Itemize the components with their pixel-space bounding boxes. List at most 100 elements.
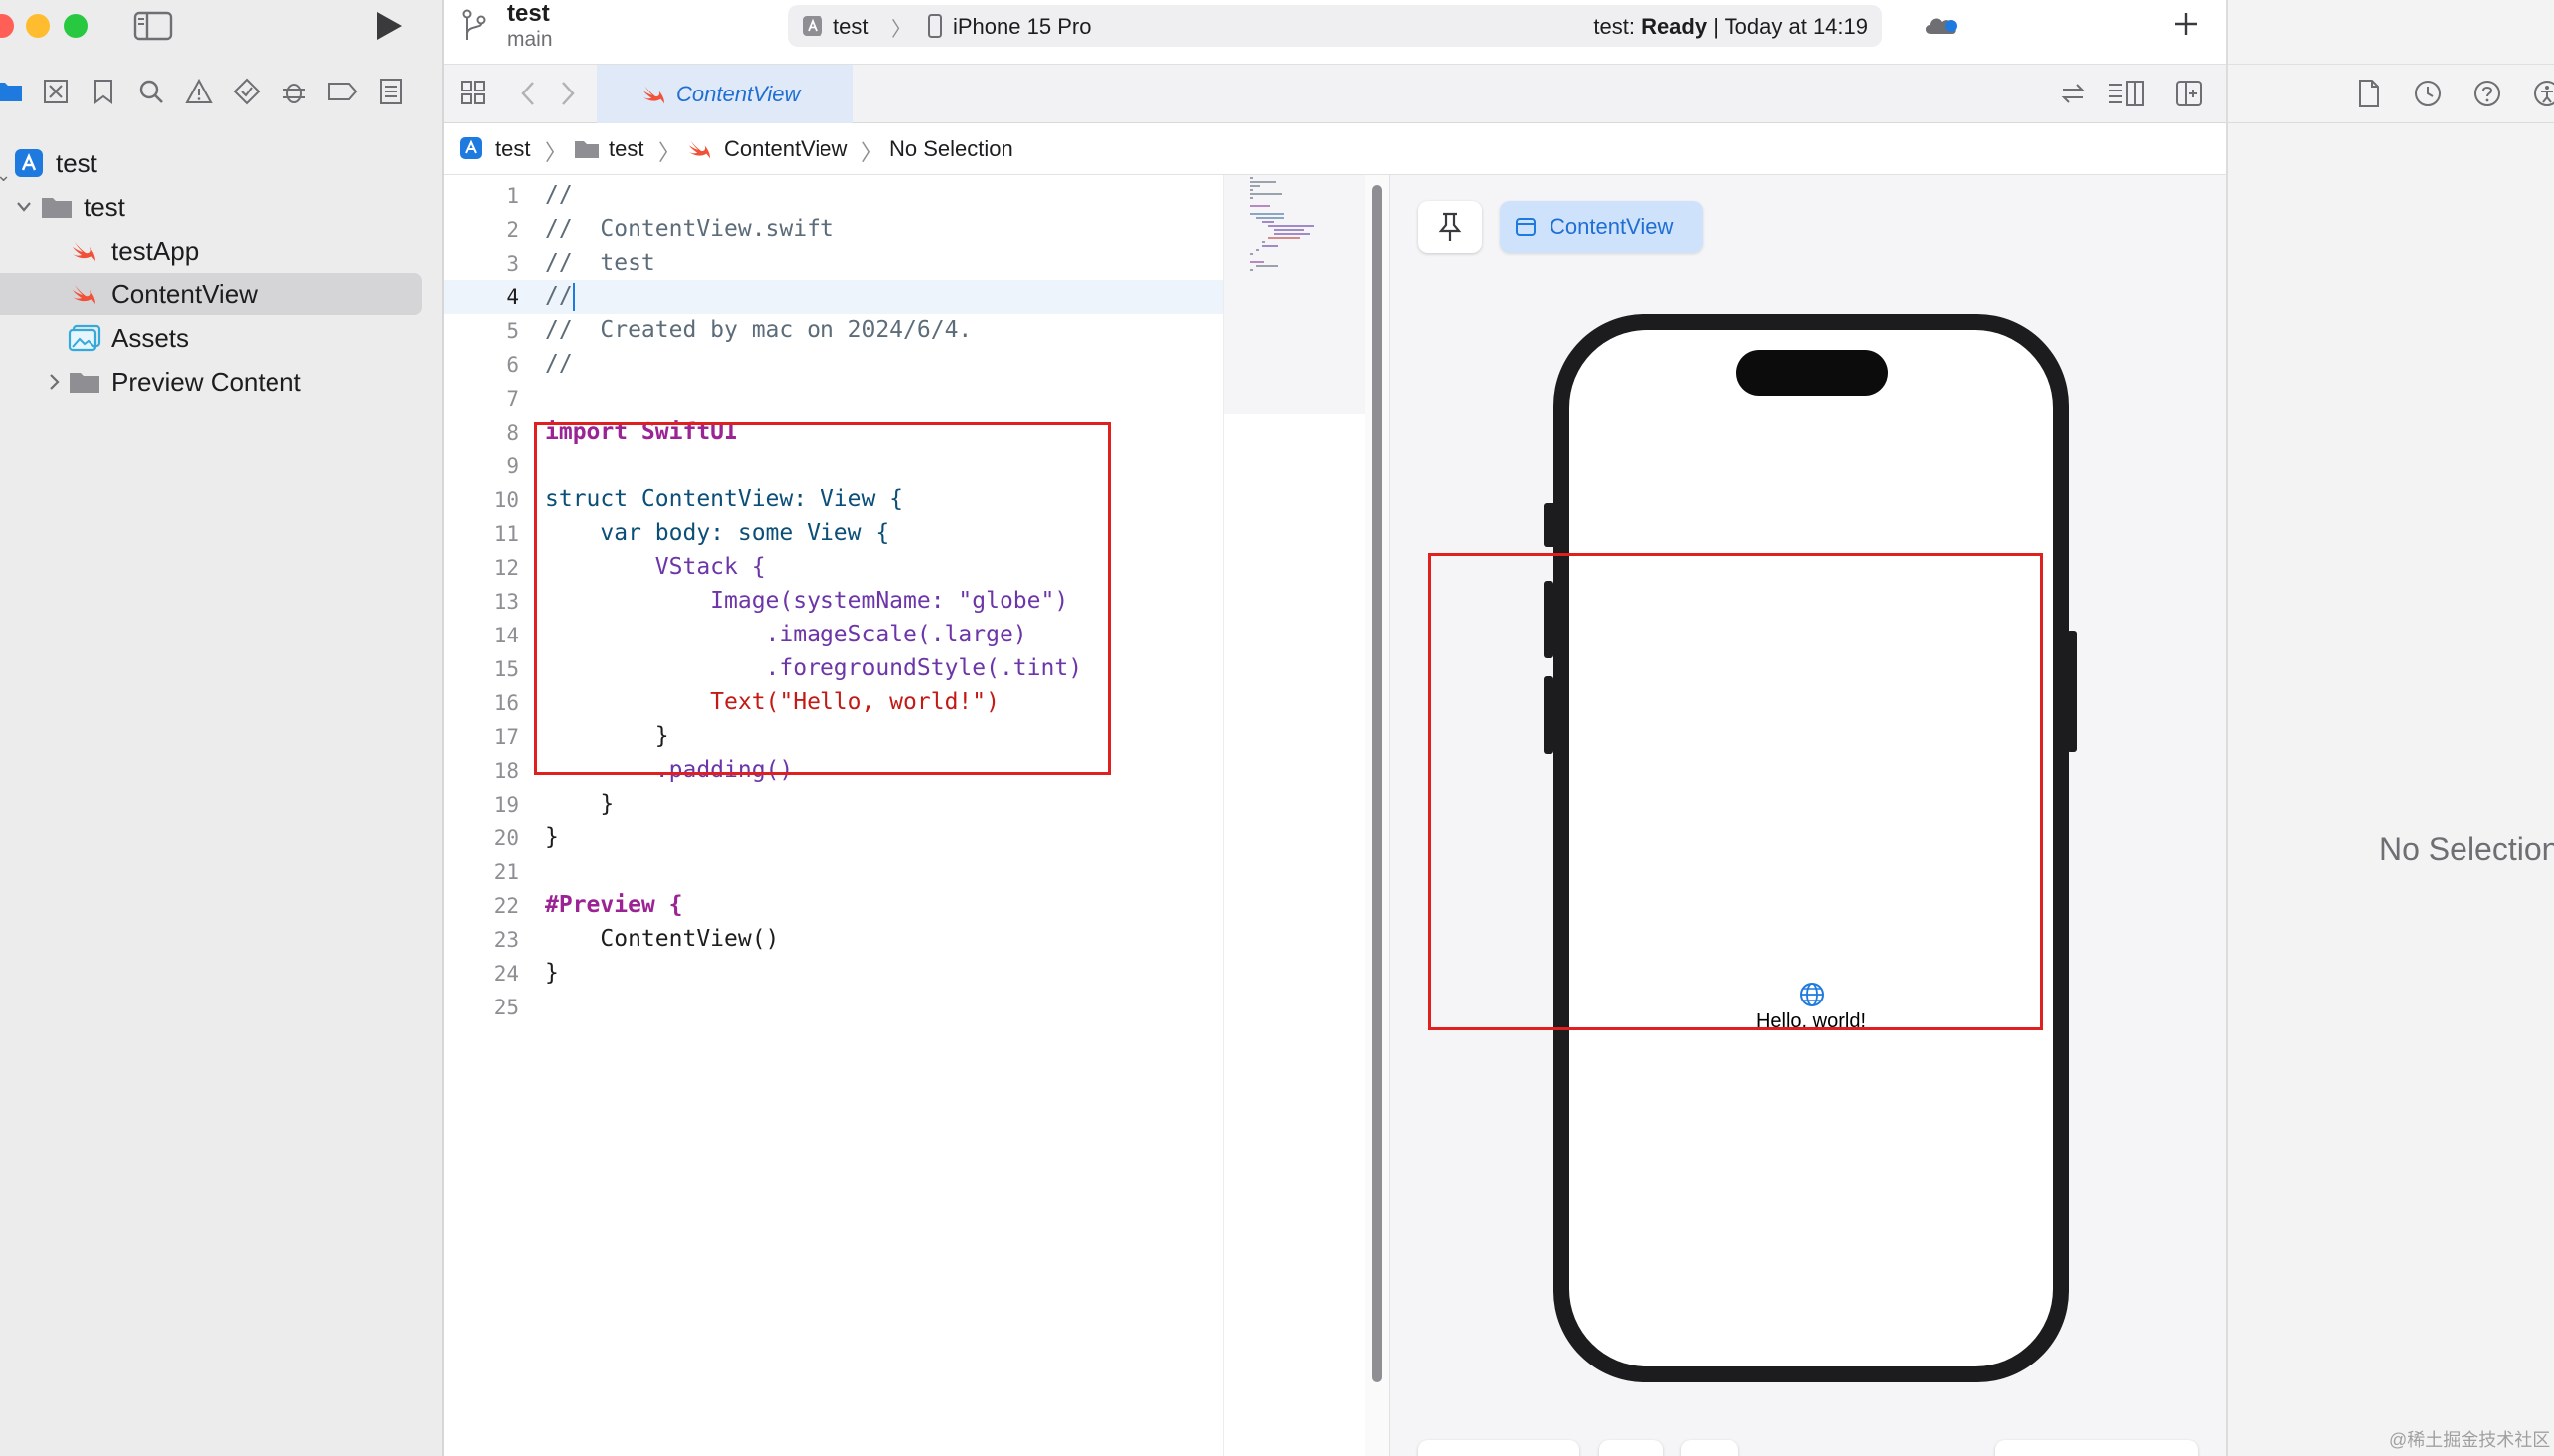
scrollbar-thumb[interactable] [1372, 185, 1382, 1382]
line-number: 16 [493, 691, 519, 715]
preview-settings-button[interactable] [1681, 1440, 1738, 1456]
pin-button[interactable] [1418, 201, 1482, 253]
accessibility-icon[interactable] [2532, 79, 2554, 108]
preview-variant-button[interactable] [1418, 1440, 1579, 1456]
report-icon[interactable] [378, 78, 404, 105]
code-line: ContentView() [545, 926, 780, 952]
close-window-button[interactable] [0, 14, 14, 38]
chevron-right-icon: 〉 [545, 140, 568, 165]
tree-item-assets[interactable]: Assets [0, 317, 444, 359]
zoom-controls[interactable] [1995, 1440, 2198, 1456]
grid-icon[interactable] [459, 79, 487, 106]
watermark: @稀土掘金技术社区 [2389, 1430, 2551, 1450]
line-number: 5 [506, 319, 519, 343]
swift-icon [70, 238, 97, 264]
swift-icon [70, 281, 97, 307]
search-icon[interactable] [137, 78, 165, 105]
tab-bar: ContentView [444, 64, 2226, 124]
swift-icon [640, 83, 666, 106]
tree-item-preview-content[interactable]: Preview Content [0, 361, 444, 403]
tab-contentview[interactable]: ContentView [597, 65, 853, 124]
breadcrumb-item[interactable]: No Selection [889, 136, 1013, 162]
line-number: 25 [493, 996, 519, 1019]
folder-icon [68, 369, 101, 395]
assets-icon [68, 324, 101, 352]
source-editor[interactable]: 1 2 3 4 5 6 7 8 9 10 11 12 13 14 15 16 1… [444, 175, 1223, 1456]
forward-icon[interactable] [557, 79, 577, 108]
line-number: 10 [493, 488, 519, 512]
chevron-right-icon: 〉 [861, 140, 884, 165]
line-number: 20 [493, 826, 519, 850]
sidebar-toggle-icon[interactable] [133, 10, 173, 42]
tree-item-label: testApp [111, 236, 200, 266]
line-number: 9 [506, 455, 519, 478]
tree-item-label: Assets [111, 323, 190, 353]
editor-options-icon[interactable] [2106, 79, 2146, 108]
minimap[interactable] [1223, 175, 1366, 1456]
debug-icon[interactable] [280, 78, 308, 105]
project-title: test [507, 0, 550, 27]
scheme-selector[interactable]: test [833, 14, 868, 40]
preview-canvas[interactable]: ContentView Hello, world! [1365, 175, 2226, 1456]
chevron-right-icon[interactable] [44, 361, 64, 403]
folder-icon[interactable] [0, 78, 24, 103]
line-number: 8 [506, 421, 519, 445]
zoom-window-button[interactable] [64, 14, 88, 38]
line-number: 22 [493, 894, 519, 918]
branch-icon[interactable] [459, 8, 489, 44]
activity-view: test 〉 iPhone 15 Pro test: Ready | Today… [788, 5, 1882, 47]
tree-item-label: test [56, 148, 97, 178]
line-number: 18 [493, 759, 519, 783]
preview-device-button[interactable] [1599, 1440, 1663, 1456]
line-number: 24 [493, 962, 519, 986]
tree-item-testapp[interactable]: testApp [0, 230, 444, 272]
status-prefix: test: [1593, 14, 1635, 39]
line-number: 6 [506, 353, 519, 377]
line-number: 11 [493, 522, 519, 546]
swap-icon[interactable] [2059, 81, 2087, 106]
line-number: 14 [493, 624, 519, 647]
navigator-sidebar: ⌄ test test testApp ContentView Assets P… [0, 0, 444, 1456]
tree-item-label: ContentView [111, 279, 258, 309]
plus-icon[interactable] [2172, 10, 2200, 38]
preview-chip-contentview[interactable]: ContentView [1500, 201, 1703, 253]
breadcrumb-item[interactable]: ContentView [724, 136, 847, 162]
breakpoint-icon[interactable] [326, 80, 358, 103]
toolbar: test main test 〉 iPhone 15 Pro test: Rea… [444, 0, 2226, 64]
clock-icon[interactable] [2413, 79, 2443, 108]
chevron-right-icon: 〉 [658, 140, 681, 165]
tree-item-project[interactable]: ⌄ test [0, 142, 444, 185]
folder-icon [573, 138, 601, 160]
back-icon[interactable] [519, 79, 539, 108]
source-control-icon[interactable] [42, 78, 70, 105]
run-icon[interactable] [372, 8, 406, 44]
xcode-project-icon [459, 136, 483, 160]
breadcrumb-item[interactable]: test [609, 136, 643, 162]
gutter-and-code: 1 2 3 4 5 6 7 8 9 10 11 12 13 14 15 16 1… [444, 175, 1223, 1456]
minimize-window-button[interactable] [26, 14, 50, 38]
code-line: #Preview { [545, 892, 683, 918]
bookmark-icon[interactable] [91, 78, 115, 105]
help-icon[interactable] [2472, 79, 2502, 108]
file-icon[interactable] [2357, 79, 2381, 108]
dynamic-island [1736, 350, 1888, 396]
code-line: // Created by mac on 2024/6/4. [545, 317, 973, 343]
code-line: } [545, 791, 615, 817]
line-number: 3 [506, 252, 519, 275]
preview-highlight-box [1428, 553, 2043, 1030]
warning-icon[interactable] [185, 78, 213, 105]
destination-selector[interactable]: iPhone 15 Pro [953, 14, 1091, 40]
breadcrumb-item[interactable]: test [495, 136, 530, 162]
test-diamond-icon[interactable] [233, 78, 261, 105]
cloud-icon[interactable] [1921, 12, 1961, 40]
tree-item-group-test[interactable]: test [0, 186, 444, 228]
chevron-down-icon[interactable] [14, 186, 34, 228]
line-number: 7 [506, 387, 519, 411]
chevron-right-icon: 〉 [891, 19, 911, 41]
tree-item-contentview[interactable]: ContentView [0, 273, 422, 315]
tab-label: ContentView [676, 82, 801, 106]
add-editor-icon[interactable] [2174, 79, 2204, 108]
pin-icon [1436, 211, 1464, 243]
scrollbar-track[interactable] [1365, 175, 1390, 1456]
line-number: 23 [493, 928, 519, 952]
